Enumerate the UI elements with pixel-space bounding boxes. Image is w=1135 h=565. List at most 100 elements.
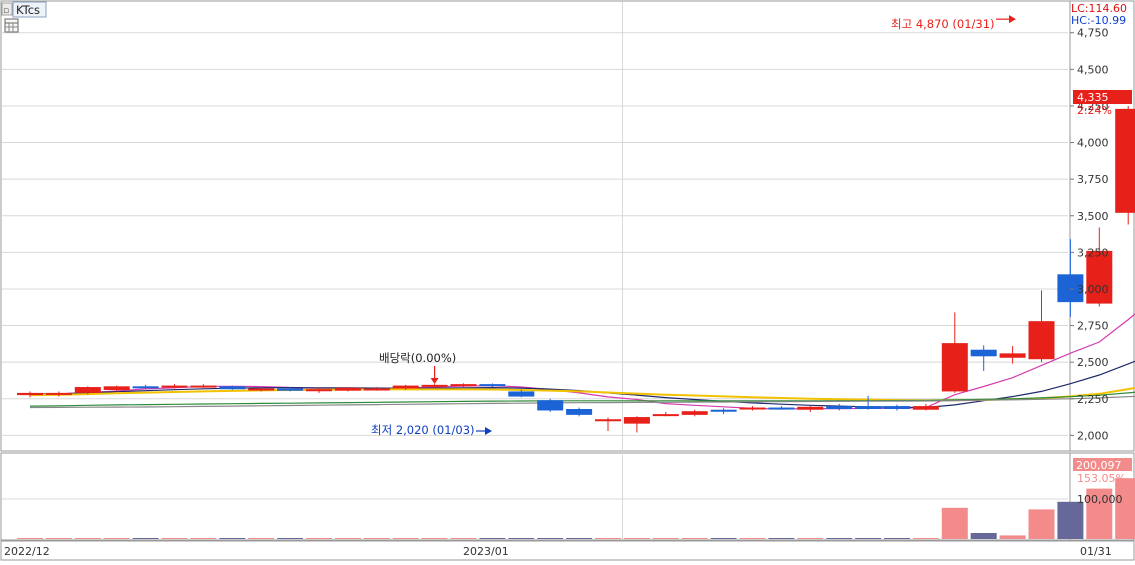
candle-body [363,388,390,391]
volume-bar [1115,478,1135,539]
high-price-annotation: 최고 4,870 (01/31) [891,17,995,31]
price-tick-label: 2,750 [1077,320,1109,333]
candle-body [103,386,130,390]
candle-body [623,417,650,424]
candle-body [826,406,853,410]
volume-bar [17,538,43,539]
candle-body [74,387,101,393]
candle-body [566,409,593,415]
volume-bar [566,538,593,539]
volume-bar [797,538,824,539]
price-tick-label: 3,250 [1077,246,1109,259]
volume-bar [912,538,939,539]
volume-bar [74,538,101,539]
candle-body [1115,108,1135,213]
volume-bar [219,538,246,539]
candle-body [190,385,217,388]
candle-body [797,406,824,410]
current-volume-label: 200,097 [1076,459,1122,472]
volume-bar [884,538,910,539]
candle-body [306,389,332,392]
candle-body [334,387,361,391]
volume-bar [248,538,275,539]
volume-bar [826,538,853,539]
price-tick-label: 4,500 [1077,63,1109,76]
dividend-annotation: 배당락(0.00%) [379,351,456,365]
candle-body [652,414,679,417]
candle-body [392,385,419,389]
candle-body [912,406,939,410]
low-price-annotation: 최저 2,020 (01/03) [371,423,475,437]
volume-bar [421,538,448,539]
volume-bar [277,538,304,539]
stock-chart: 2,000 2,250 2,500 2,750 3,000 3,250 3,500 3,750… [0,0,1135,561]
candle-body [999,353,1026,358]
candle-body [884,406,910,410]
candle-body [219,386,246,390]
volume-bar [392,538,419,539]
volume-bar [999,535,1026,539]
candle-body [508,391,535,397]
candle-body [450,384,477,387]
candle-body [710,409,737,412]
candle-body [132,386,159,389]
price-tick-label: 2,500 [1077,356,1109,369]
volume-bar [652,538,679,539]
volume-bar [190,538,217,539]
date-axis-panel [0,540,1135,561]
candle-body [595,419,621,422]
volume-bar [537,538,564,539]
calendar-icon[interactable] [4,18,19,33]
price-tick-label: 3,750 [1077,173,1109,186]
hc-label: HC:-10.99 [1071,14,1126,27]
price-tick-label: 3,500 [1077,210,1109,223]
ticker-label: KTcs [16,3,40,17]
menu-glyph: ▫ [3,6,9,16]
candle-body [45,392,72,395]
candle-body [161,385,188,388]
volume-change-label: 153.05% [1077,472,1126,485]
volume-tick-label: 100,000 [1077,493,1123,506]
volume-bar [132,538,159,539]
volume-bar [161,538,188,539]
candle-body [1028,321,1055,360]
volume-bar [45,538,72,539]
volume-bar [103,538,130,539]
candle-body [739,407,766,410]
volume-bar [941,507,968,539]
candle-body [941,343,968,392]
volume-bar [855,538,882,539]
price-tick-label: 3,000 [1077,283,1109,296]
candle-body [768,407,795,410]
volume-bar [334,538,361,539]
price-tick-label: 4,000 [1077,137,1109,150]
volume-bar [623,538,650,539]
volume-bar [739,538,766,539]
candle-body [248,388,275,391]
volume-panel-frame [0,452,1071,541]
volume-bar [363,538,390,539]
date-label-2022-12: 2022/12 [4,545,50,558]
volume-bar [595,538,621,539]
price-tick-label: 2,250 [1077,393,1109,406]
price-change-label: 2.24% [1077,104,1112,117]
candle-body [277,388,304,391]
volume-bar [450,538,477,539]
candle-body [421,384,448,387]
date-label-2023-01: 2023/01 [463,545,509,558]
price-panel-frame [0,0,1071,452]
candle-body [855,406,882,410]
volume-bar [508,538,535,539]
price-tick-label: 2,000 [1077,429,1109,442]
stock-chart-window: 2,000 2,250 2,500 2,750 3,000 3,250 3,500 3,750… [0,0,1135,561]
candle-body [681,411,708,415]
candle-body [479,384,506,387]
price-tick-label: 4,750 [1077,27,1109,40]
date-label-last: 01/31 [1080,545,1112,558]
volume-bar [681,538,708,539]
volume-bar [479,538,506,539]
volume-bar [710,538,737,539]
candle-body [537,400,564,411]
candle-body [970,349,997,357]
current-price-label: 4,335 [1077,91,1109,104]
